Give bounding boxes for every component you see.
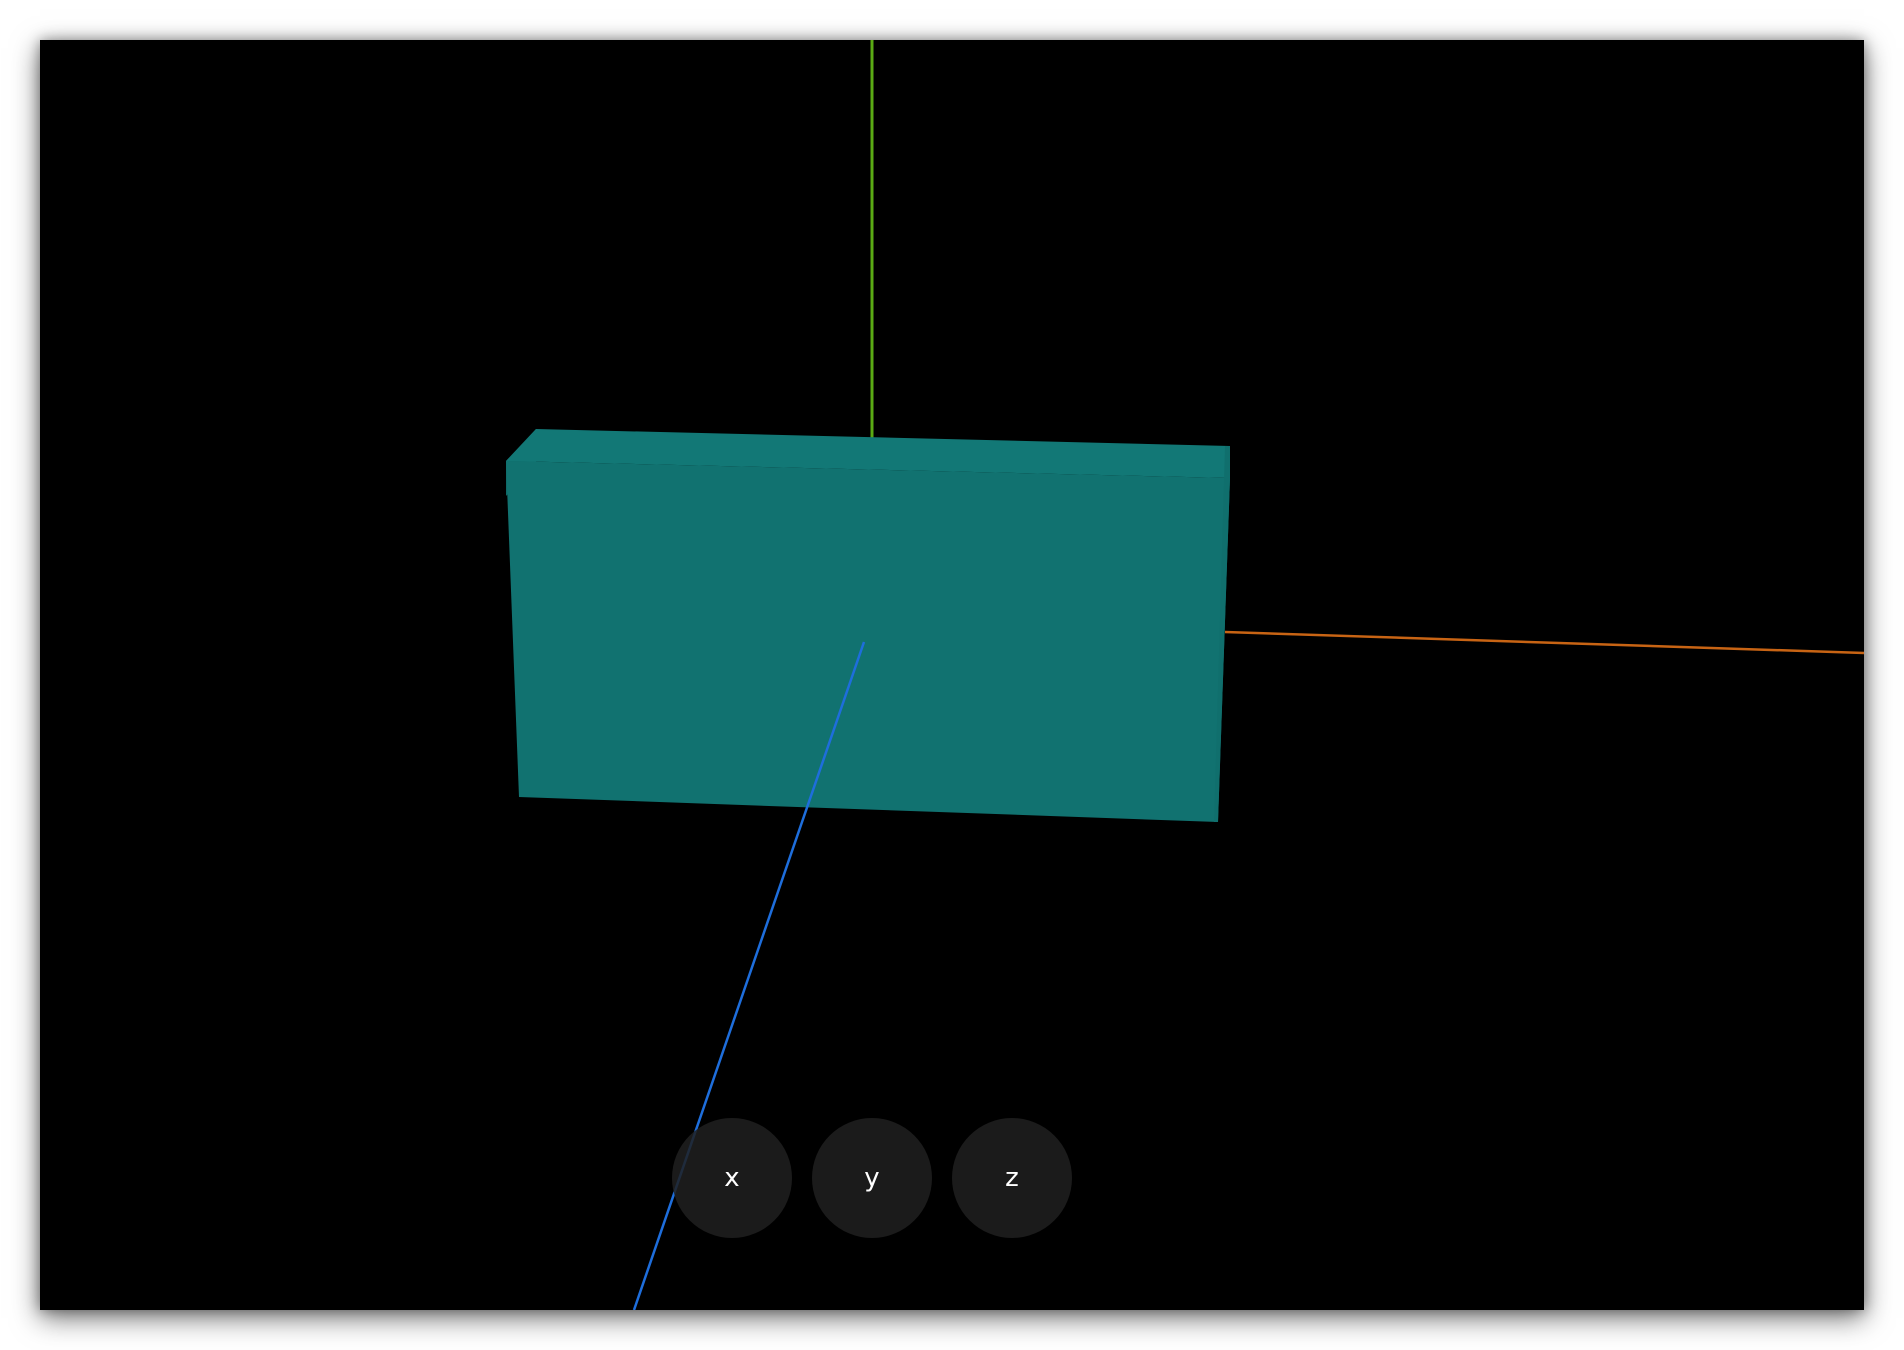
box-front-face [506,461,1230,822]
axis-x-button[interactable]: x [672,1118,792,1238]
axis-z-button[interactable]: z [952,1118,1072,1238]
axis-y-button[interactable]: y [812,1118,932,1238]
3d-viewport[interactable] [40,40,1864,1310]
app-window: x y z [40,40,1864,1310]
teal-box-mesh[interactable] [506,429,1230,822]
